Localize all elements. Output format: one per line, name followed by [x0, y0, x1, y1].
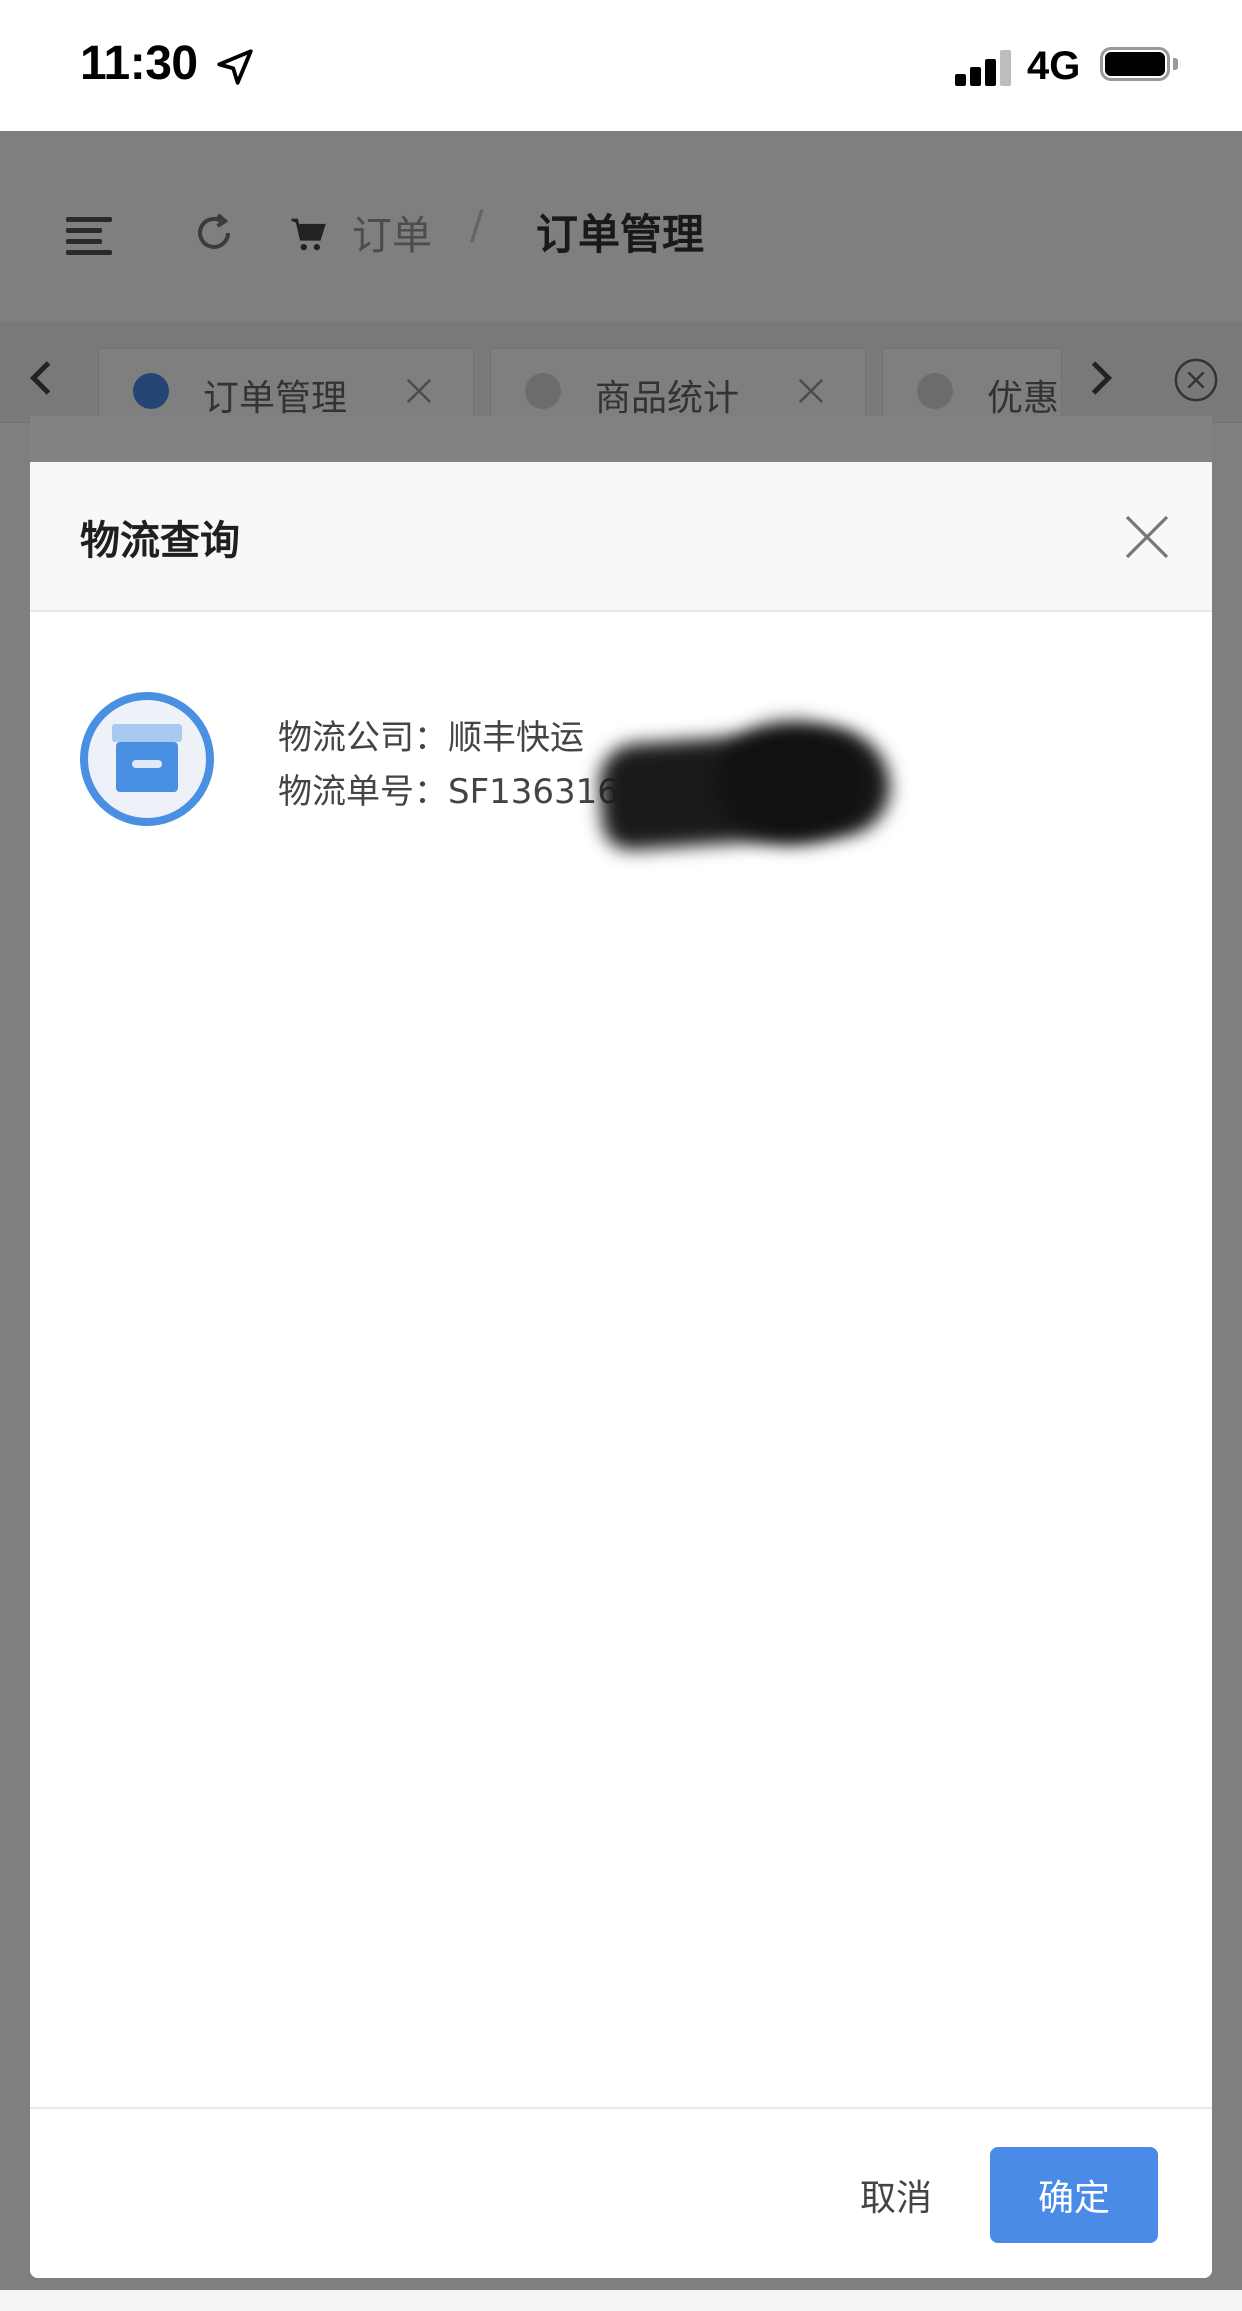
- confirm-button[interactable]: 确定: [990, 2147, 1158, 2243]
- logistics-company-value: 顺丰快运: [448, 718, 584, 758]
- status-bar: 11:30 4G: [0, 0, 1242, 131]
- tracking-number-label: 物流单号：: [278, 772, 448, 812]
- dialog-header: 物流查询: [30, 462, 1212, 612]
- cancel-button[interactable]: 取消: [816, 2147, 976, 2243]
- bottom-strip: [0, 2290, 1242, 2311]
- package-icon: [80, 692, 214, 826]
- battery-icon: [1100, 47, 1180, 87]
- network-type: 4G: [1027, 44, 1081, 88]
- location-arrow-icon: [217, 49, 253, 85]
- dialog-title: 物流查询: [80, 518, 240, 564]
- logistics-dialog: 物流查询 物流公司：顺丰快运 物流单号：SF1363165040377 取消 确…: [30, 462, 1212, 2278]
- signal-strength-icon: [955, 48, 1013, 86]
- logistics-company-label: 物流公司：: [278, 718, 448, 758]
- status-time: 11:30: [80, 37, 198, 90]
- modal-top-edge: [30, 416, 1212, 462]
- redaction-scribble: [718, 722, 868, 842]
- close-icon[interactable]: [1122, 512, 1172, 562]
- dialog-footer: 取消 确定: [30, 2107, 1212, 2278]
- logistics-company-row: 物流公司：顺丰快运: [278, 710, 584, 759]
